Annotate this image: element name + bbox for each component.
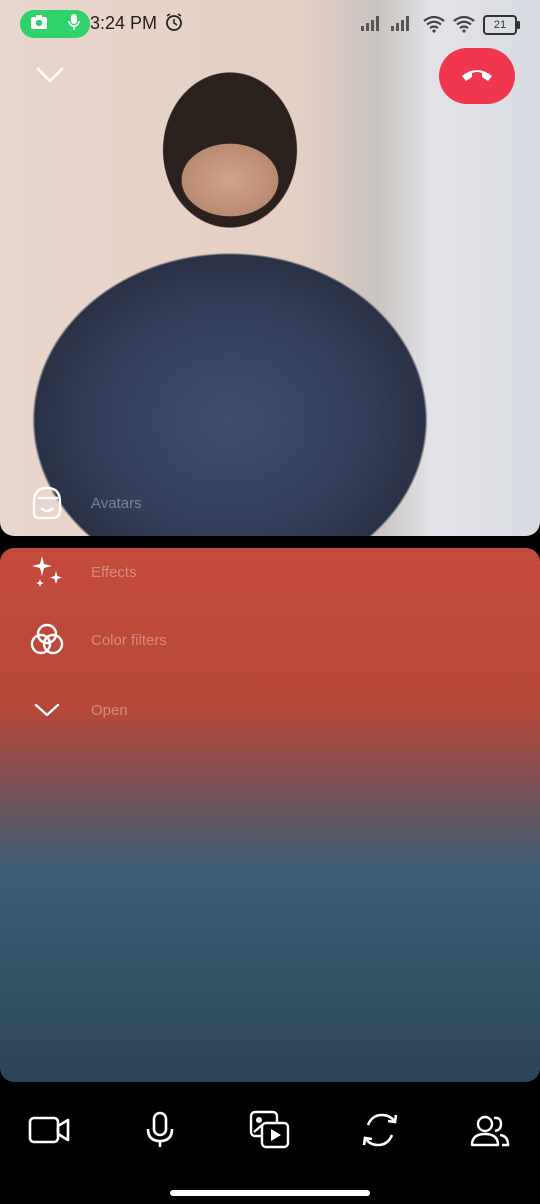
signal-icon xyxy=(360,15,382,36)
status-bar: 3:24 PM 21 xyxy=(0,0,540,46)
wifi-icon xyxy=(422,15,446,38)
color-filters-button[interactable]: Color filters xyxy=(28,621,167,659)
color-filters-label: Color filters xyxy=(91,631,167,649)
mic-icon xyxy=(67,13,81,36)
avatars-label: Avatars xyxy=(91,494,142,512)
avatars-button[interactable]: Avatars xyxy=(28,484,142,522)
signal-icon xyxy=(390,15,412,36)
home-indicator[interactable] xyxy=(170,1190,370,1196)
chevron-down-icon[interactable] xyxy=(36,66,64,89)
flip-camera-icon xyxy=(360,1111,400,1154)
share-media-button[interactable] xyxy=(242,1104,298,1160)
alarm-icon xyxy=(164,12,184,37)
share-media-icon xyxy=(249,1110,291,1155)
flip-camera-button[interactable] xyxy=(352,1104,408,1160)
open-menu-button[interactable]: Open xyxy=(28,691,128,729)
recording-pill xyxy=(20,10,90,38)
participants-icon xyxy=(470,1113,510,1152)
camera-icon xyxy=(30,14,48,35)
battery-icon: 21 xyxy=(483,15,520,35)
chevron-down-icon xyxy=(28,691,66,729)
participants-button[interactable] xyxy=(462,1104,518,1160)
status-time: 3:24 PM xyxy=(90,13,158,33)
effects-label: Effects xyxy=(91,563,137,581)
wifi-icon xyxy=(452,15,476,38)
sparkles-icon xyxy=(28,553,66,591)
video-toggle-button[interactable] xyxy=(21,1104,77,1160)
end-call-button[interactable] xyxy=(439,48,515,104)
call-controls-bar xyxy=(0,1082,540,1204)
color-filter-icon xyxy=(28,621,66,659)
effects-button[interactable]: Effects xyxy=(28,553,137,591)
microphone-icon xyxy=(145,1111,175,1154)
video-camera-icon xyxy=(28,1115,70,1150)
mic-toggle-button[interactable] xyxy=(132,1104,188,1160)
hangup-icon xyxy=(459,64,495,89)
avatar-icon xyxy=(28,484,66,522)
open-label: Open xyxy=(91,701,128,719)
